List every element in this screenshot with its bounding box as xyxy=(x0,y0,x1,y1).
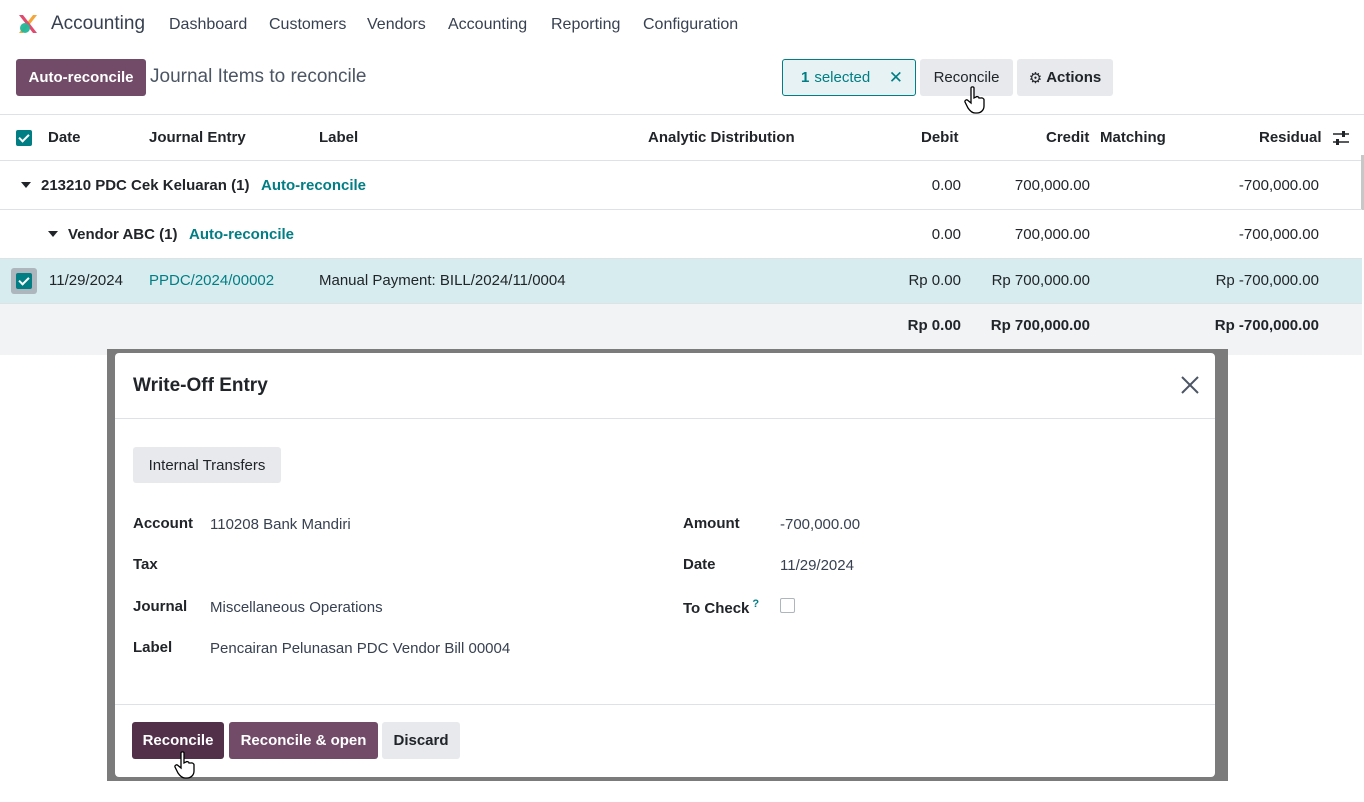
unselect-icon[interactable]: ✕ xyxy=(889,68,903,88)
tax-field[interactable] xyxy=(210,556,630,576)
internal-transfers-button[interactable]: Internal Transfers xyxy=(133,447,281,483)
nav-vendors[interactable]: Vendors xyxy=(367,16,426,34)
top-navbar: Accounting Dashboard Customers Vendors A… xyxy=(0,0,1364,49)
page-title: Journal Items to reconcile xyxy=(150,66,367,87)
journal-field[interactable]: Miscellaneous Operations xyxy=(210,599,383,616)
date-field[interactable]: 11/29/2024 xyxy=(780,557,854,574)
amount-label: Amount xyxy=(683,515,740,532)
row-date: 11/29/2024 xyxy=(49,272,123,289)
col-analytic-distribution[interactable]: Analytic Distribution xyxy=(648,129,795,146)
modal-header: Write-Off Entry xyxy=(115,353,1215,419)
row-residual: Rp -700,000.00 xyxy=(1215,272,1319,289)
label-field[interactable]: Pencairan Pelunasan PDC Vendor Bill 0000… xyxy=(210,640,510,657)
date-label: Date xyxy=(683,556,716,573)
list-header: Date Journal Entry Label Analytic Distri… xyxy=(0,114,1364,161)
group-row-account[interactable]: 213210 PDC Cek Keluaran (1) Auto-reconci… xyxy=(0,161,1362,210)
subgroup-residual: -700,000.00 xyxy=(1238,226,1319,243)
row-journal-entry-link[interactable]: PPDC/2024/00002 xyxy=(149,272,274,289)
group-debit: 0.00 xyxy=(931,177,961,194)
selected-text: selected xyxy=(814,69,871,86)
row-checkbox[interactable] xyxy=(16,273,32,289)
label-label: Label xyxy=(133,639,173,656)
nav-configuration[interactable]: Configuration xyxy=(643,16,738,34)
account-field[interactable]: 110208 Bank Mandiri xyxy=(210,516,351,533)
group-row-partner[interactable]: Vendor ABC (1) Auto-reconcile 0.00 700,0… xyxy=(0,210,1362,259)
row-label: Manual Payment: BILL/2024/11/0004 xyxy=(319,272,566,289)
amount-field[interactable]: -700,000.00 xyxy=(780,516,860,533)
total-credit: Rp 700,000.00 xyxy=(990,317,1090,334)
subgroup-label: Vendor ABC (1) xyxy=(68,226,178,243)
column-settings-icon[interactable] xyxy=(1332,129,1350,147)
table-row[interactable]: 11/29/2024 PPDC/2024/00002 Manual Paymen… xyxy=(0,259,1362,304)
group-residual: -700,000.00 xyxy=(1238,177,1319,194)
nav-customers[interactable]: Customers xyxy=(269,16,346,34)
discard-button[interactable]: Discard xyxy=(382,722,460,759)
group-label: 213210 PDC Cek Keluaran (1) xyxy=(41,177,250,194)
subgroup-auto-reconcile-link[interactable]: Auto-reconcile xyxy=(189,226,294,243)
caret-down-icon xyxy=(21,182,31,188)
auto-reconcile-button[interactable]: Auto-reconcile xyxy=(16,59,146,96)
accounting-app-icon[interactable] xyxy=(16,12,40,36)
hand-cursor-icon xyxy=(964,86,985,114)
group-credit: 700,000.00 xyxy=(1014,177,1090,194)
total-residual: Rp -700,000.00 xyxy=(1214,317,1319,334)
col-credit[interactable]: Credit xyxy=(1046,129,1089,146)
reconcile-and-open-button[interactable]: Reconcile & open xyxy=(229,722,378,759)
caret-down-icon xyxy=(48,231,58,237)
tax-label: Tax xyxy=(133,556,158,573)
help-tooltip-icon[interactable]: ? xyxy=(752,598,759,610)
to-check-checkbox[interactable] xyxy=(780,598,795,613)
hand-cursor-icon xyxy=(174,751,195,779)
journal-label: Journal xyxy=(133,598,188,615)
row-credit: Rp 700,000.00 xyxy=(991,272,1090,289)
account-label: Account xyxy=(133,515,193,532)
actions-label: Actions xyxy=(1046,69,1102,86)
nav-dashboard[interactable]: Dashboard xyxy=(169,16,247,34)
col-matching[interactable]: Matching xyxy=(1100,129,1166,146)
totals-row: Rp 0.00 Rp 700,000.00 Rp -700,000.00 xyxy=(0,304,1362,355)
subgroup-debit: 0.00 xyxy=(931,226,961,243)
select-all-checkbox[interactable] xyxy=(16,130,32,146)
actions-button[interactable]: ⚙ Actions xyxy=(1017,59,1113,96)
to-check-label: To Check? xyxy=(683,598,759,617)
nav-accounting[interactable]: Accounting xyxy=(448,16,527,34)
col-residual[interactable]: Residual xyxy=(1259,129,1322,146)
modal-footer: Reconcile Reconcile & open Discard xyxy=(115,704,1215,777)
selection-indicator: 1 selected ✕ xyxy=(782,59,916,96)
close-icon[interactable] xyxy=(1180,375,1200,395)
selected-count: 1 xyxy=(801,69,810,86)
gear-icon: ⚙ xyxy=(1028,69,1043,87)
col-date[interactable]: Date xyxy=(48,129,81,146)
total-debit: Rp 0.00 xyxy=(907,317,961,334)
group-auto-reconcile-link[interactable]: Auto-reconcile xyxy=(261,177,366,194)
row-debit: Rp 0.00 xyxy=(908,272,961,289)
col-debit[interactable]: Debit xyxy=(921,129,959,146)
to-check-text: To Check xyxy=(683,600,750,617)
modal-title: Write-Off Entry xyxy=(133,375,268,396)
subgroup-credit: 700,000.00 xyxy=(1014,226,1090,243)
app-name[interactable]: Accounting xyxy=(51,13,145,35)
col-label[interactable]: Label xyxy=(319,129,358,146)
nav-reporting[interactable]: Reporting xyxy=(551,16,620,34)
write-off-dialog: Write-Off Entry Internal Transfers Accou… xyxy=(115,353,1215,777)
col-journal-entry[interactable]: Journal Entry xyxy=(149,129,246,146)
